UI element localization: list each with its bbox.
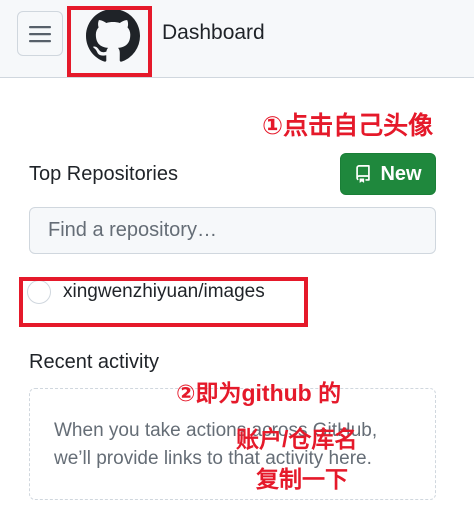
find-repository-input[interactable] [29, 207, 436, 254]
annotation-step1: ①点击自己头像 [262, 112, 434, 140]
annotation-box-repo [19, 277, 308, 327]
top-repositories-heading: Top Repositories [29, 163, 178, 185]
annotation-step2-line2: 账户/仓库名 [236, 426, 358, 452]
page-title: Dashboard [162, 21, 265, 44]
recent-activity-heading: Recent activity [29, 351, 160, 373]
new-repo-button[interactable]: New [340, 153, 436, 195]
recent-activity-empty-message: When you take actions across GitHub, we’… [54, 420, 378, 469]
annotation-box-avatar [67, 6, 152, 77]
repo-icon [356, 165, 371, 183]
menu-button[interactable] [17, 11, 63, 56]
annotation-step2-line1: ②即为github 的 [176, 380, 342, 406]
new-button-label: New [380, 162, 422, 185]
hamburger-icon [29, 25, 51, 42]
annotation-step2-line3: 复制一下 [256, 466, 348, 492]
